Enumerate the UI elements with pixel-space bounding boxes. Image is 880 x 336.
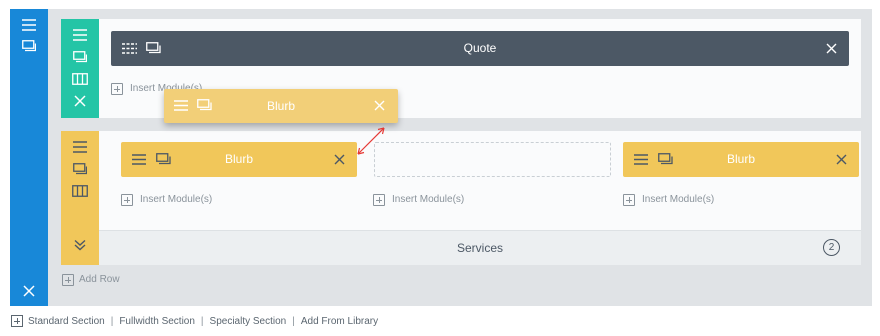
- duplicate-icon[interactable]: [73, 51, 87, 63]
- insert-module-label: Insert Module(s): [392, 194, 465, 205]
- double-arrow-icon: [354, 124, 388, 158]
- separator: |: [292, 316, 295, 327]
- plus-box-icon: [373, 194, 385, 206]
- insert-module-label: Insert Module(s): [140, 194, 213, 205]
- module-blurb[interactable]: Blurb: [623, 142, 859, 177]
- plus-box-icon: [11, 315, 23, 327]
- section-settings-bar: [10, 9, 48, 306]
- plus-box-icon: [623, 194, 635, 206]
- hamburger-icon[interactable]: [73, 141, 87, 153]
- module-blurb[interactable]: Blurb: [121, 142, 357, 177]
- close-icon[interactable]: [334, 154, 345, 165]
- row-settings-bar: [61, 19, 99, 118]
- row-settings-bar: [61, 131, 99, 265]
- close-icon[interactable]: [826, 43, 837, 54]
- fullwidth-section-link[interactable]: Fullwidth Section: [119, 316, 195, 327]
- specialty-section-link[interactable]: Specialty Section: [210, 316, 287, 327]
- dragged-module-preview[interactable]: Blurb: [164, 89, 398, 123]
- close-icon[interactable]: [836, 154, 847, 165]
- separator: |: [110, 316, 114, 327]
- add-row-label: Add Row: [79, 274, 120, 285]
- count-badge: 2: [823, 239, 840, 256]
- section-standard: Quote Insert Module(s): [10, 9, 872, 306]
- standard-section-link[interactable]: Standard Section: [28, 316, 105, 327]
- module-label: Blurb: [726, 152, 755, 166]
- module-quote[interactable]: Quote: [111, 31, 849, 66]
- add-from-library-link[interactable]: Add From Library: [301, 316, 378, 327]
- hamburger-icon[interactable]: [22, 19, 36, 31]
- close-icon[interactable]: [23, 285, 35, 297]
- columns-icon[interactable]: [72, 185, 88, 197]
- collapsed-row-title: Services: [456, 241, 503, 255]
- close-icon: [374, 100, 385, 111]
- row-2: Blurb Insert Module(s) Insert Module(s) …: [61, 131, 861, 265]
- plus-box-icon: [62, 274, 74, 286]
- drop-placeholder[interactable]: [374, 142, 611, 177]
- columns-icon[interactable]: [72, 73, 88, 85]
- plus-box-icon: [111, 83, 123, 95]
- separator: |: [200, 316, 204, 327]
- double-chevron-down-icon[interactable]: [74, 239, 86, 251]
- duplicate-icon[interactable]: [22, 40, 36, 52]
- plus-box-icon: [121, 194, 133, 206]
- dragged-module-label: Blurb: [266, 99, 295, 113]
- duplicate-icon[interactable]: [73, 163, 87, 175]
- collapsed-row-services[interactable]: Services 2: [99, 230, 861, 265]
- hamburger-icon[interactable]: [73, 29, 87, 41]
- module-label: Quote: [463, 41, 497, 55]
- close-icon[interactable]: [74, 95, 86, 107]
- module-label: Blurb: [224, 152, 253, 166]
- insert-module-label: Insert Module(s): [642, 194, 715, 205]
